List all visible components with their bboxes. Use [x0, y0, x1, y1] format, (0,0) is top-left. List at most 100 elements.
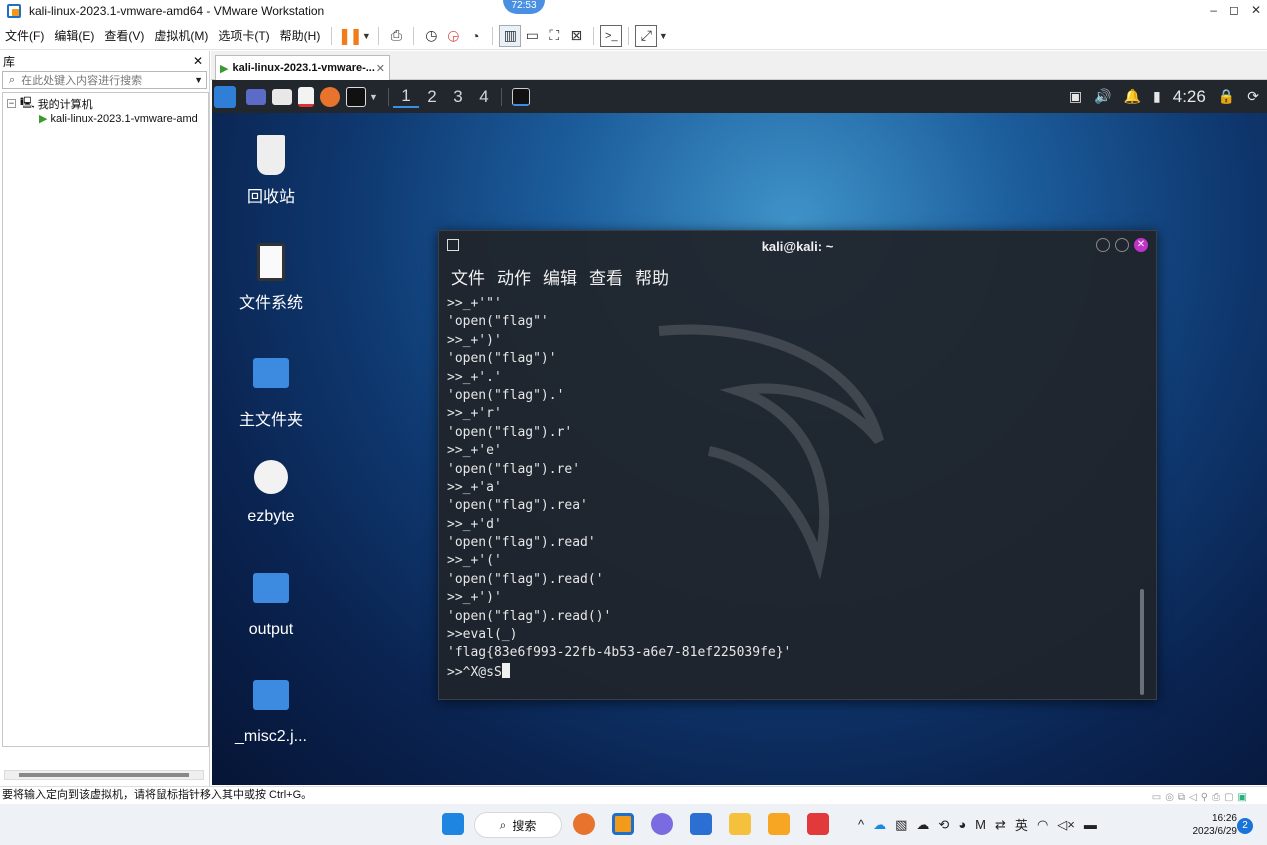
wechat-icon[interactable]: ▧ — [895, 817, 907, 833]
input-switch-icon[interactable]: ⇄ — [995, 817, 1006, 833]
workspace-2[interactable]: 2 — [419, 87, 445, 107]
qq-icon[interactable]: ◕ — [958, 817, 966, 832]
shield-app-icon[interactable] — [768, 813, 790, 835]
console-view-icon[interactable]: >_ — [600, 24, 623, 47]
notification-badge[interactable]: 2 — [1237, 818, 1253, 834]
taskbar-search-label: 搜索 — [512, 818, 537, 833]
tree-label-my-computer: 我的计算机 — [37, 98, 93, 111]
menu-file[interactable]: 文件(F) — [0, 22, 49, 50]
close-window-button[interactable]: ✕ — [1251, 3, 1261, 17]
pause-icon[interactable]: ❚❚ — [338, 25, 363, 47]
terminal-launcher-icon[interactable] — [346, 86, 366, 107]
snapshot-icon[interactable]: ◷ — [420, 25, 442, 47]
tree-item-kali-vm[interactable]: ▶ kali-linux-2023.1-vmware-amd — [7, 111, 204, 126]
desktop-icon-output[interactable]: output — [230, 573, 312, 639]
stretch-guest-icon[interactable]: ⤢ — [635, 24, 658, 47]
minimize-button[interactable]: – — [1210, 3, 1217, 17]
volume-icon[interactable]: 🔊 — [1094, 88, 1111, 105]
workspace-1[interactable]: 1 — [392, 86, 419, 108]
windows-start-icon[interactable] — [442, 813, 464, 835]
sync-icon[interactable]: ⟲ — [938, 817, 949, 833]
taskbar-search-button[interactable]: ⌕ 搜索 — [474, 812, 562, 838]
notification-bell-icon[interactable]: 🔔 — [1124, 88, 1141, 105]
menu-edit[interactable]: 编辑(E) — [49, 22, 99, 50]
terminal-menu-edit[interactable]: 编辑 — [543, 264, 577, 289]
workspace-3[interactable]: 3 — [445, 87, 471, 107]
terminal-menu-actions[interactable]: 动作 — [497, 264, 531, 289]
unity-icon[interactable]: ⊠ — [565, 25, 587, 47]
battery-icon[interactable]: ▬ — [1084, 817, 1097, 832]
maximize-button[interactable]: ◻ — [1229, 3, 1239, 17]
fullscreen-icon[interactable]: ⛶ — [543, 25, 565, 47]
firefox-icon[interactable] — [573, 813, 595, 835]
text-editor-icon[interactable] — [298, 86, 314, 107]
collapse-icon[interactable]: − — [7, 99, 16, 108]
status-bar: 要将输入定向到该虚拟机，请将鼠标指针移入其中或按 Ctrl+G。 ▭ ◎ ⧉ ◁… — [0, 786, 1267, 804]
show-desktop-icon[interactable] — [246, 88, 266, 105]
workspace-4[interactable]: 4 — [471, 87, 497, 107]
terminal-task-icon[interactable] — [511, 87, 530, 106]
menu-help[interactable]: 帮助(H) — [275, 22, 326, 50]
desktop-icon-ezbyte[interactable]: ezbyte — [230, 460, 312, 526]
window-app-icon[interactable] — [690, 813, 712, 835]
volume-muted-icon[interactable]: ◁× — [1057, 817, 1075, 833]
terminal-title-bar[interactable]: kali@kali: ~ ✕ — [439, 231, 1156, 261]
desktop-icon-trash[interactable]: 回收站 — [230, 135, 312, 207]
paint-app-icon[interactable] — [651, 813, 673, 835]
terminal-prompt-line[interactable]: >>^X@sS — [447, 662, 1156, 681]
app-tray-icon[interactable]: M — [975, 817, 986, 832]
wifi-icon[interactable]: ◠ — [1037, 817, 1048, 833]
ime-indicator[interactable]: 英 — [1015, 815, 1028, 834]
terminal-scrollbar[interactable] — [1140, 589, 1144, 695]
desktop-icon-filesystem[interactable]: 文件系统 — [230, 243, 312, 313]
tab-kali-vm[interactable]: ▶ kali-linux-2023.1-vmware-... ✕ — [215, 55, 390, 80]
dropdown-icon[interactable]: ▼ — [360, 25, 372, 47]
wps-office-icon[interactable] — [807, 813, 829, 835]
library-horizontal-scrollbar[interactable] — [4, 770, 204, 780]
terminal-menu-help[interactable]: 帮助 — [635, 264, 669, 289]
desktop-icon-misc2[interactable]: _misc2.j... — [230, 680, 312, 746]
firefox-icon[interactable] — [320, 86, 340, 107]
snapshot-manager-icon[interactable]: ◔ — [464, 25, 486, 47]
file-explorer-icon[interactable] — [729, 813, 751, 835]
terminal-line: >>eval(_) — [447, 627, 518, 643]
battery-icon[interactable]: ▮ — [1153, 88, 1161, 105]
thumbnail-bar-icon[interactable]: ▭ — [521, 25, 543, 47]
chevron-up-icon[interactable]: ^ — [858, 817, 864, 832]
library-close-button[interactable]: ✕ — [193, 54, 203, 68]
cloud-icon[interactable]: ☁ — [873, 817, 886, 833]
terminal-menu-file[interactable]: 文件 — [451, 264, 485, 289]
terminal-menu-view[interactable]: 查看 — [589, 264, 623, 289]
send-ctrl-alt-del-icon[interactable]: ⎙ — [385, 25, 407, 47]
show-library-icon[interactable]: ▥ — [499, 24, 522, 47]
recording-timer: 72:53 — [503, 0, 545, 14]
file-manager-icon[interactable] — [272, 88, 292, 105]
terminal-minimize-button[interactable] — [1096, 238, 1110, 252]
library-search-input[interactable]: ⌕ 在此处键入内容进行搜索 ▼ — [2, 71, 207, 89]
vmware-icon[interactable] — [612, 813, 634, 835]
desktop-icon-home[interactable]: 主文件夹 — [230, 358, 312, 430]
kali-menu-icon[interactable] — [214, 85, 236, 108]
tree-item-my-computer[interactable]: − 🖳 我的计算机 — [7, 96, 204, 111]
menu-view[interactable]: 查看(V) — [99, 22, 149, 50]
panel-clock[interactable]: 4:26 — [1173, 87, 1206, 107]
screen-icon[interactable]: ▣ — [1069, 88, 1082, 105]
menu-tabs[interactable]: 选项卡(T) — [213, 22, 274, 50]
menu-vm[interactable]: 虚拟机(M) — [149, 22, 213, 50]
stretch-dropdown-icon[interactable]: ▼ — [657, 25, 669, 47]
onedrive-icon[interactable]: ☁ — [916, 817, 929, 833]
tab-close-button[interactable]: ✕ — [376, 62, 385, 75]
vm-display[interactable]: ▼ 1 2 3 4 ▣ 🔊 🔔 ▮ 4:26 🔒 ⟳ 回收站 文件系统 主文件夹… — [212, 80, 1267, 785]
vmware-app-icon — [7, 4, 21, 18]
terminal-close-button[interactable]: ✕ — [1134, 238, 1148, 252]
revert-snapshot-icon[interactable]: ◶ — [442, 25, 464, 47]
logout-icon[interactable]: ⟳ — [1247, 88, 1259, 105]
terminal-window[interactable]: kali@kali: ~ ✕ 文件 动作 编辑 查看 帮助 >>_+'"' 'o… — [438, 230, 1157, 700]
lock-icon[interactable]: 🔒 — [1218, 88, 1235, 105]
launcher-dropdown-icon[interactable]: ▼ — [369, 92, 378, 102]
search-dropdown-icon[interactable]: ▼ — [191, 75, 206, 85]
terminal-maximize-button[interactable] — [1115, 238, 1129, 252]
computer-icon: 🖳 — [20, 97, 35, 109]
taskbar-clock[interactable]: 16:26 2023/6/29 — [1193, 812, 1238, 838]
desktop-icon-label: 文件系统 — [238, 295, 303, 312]
